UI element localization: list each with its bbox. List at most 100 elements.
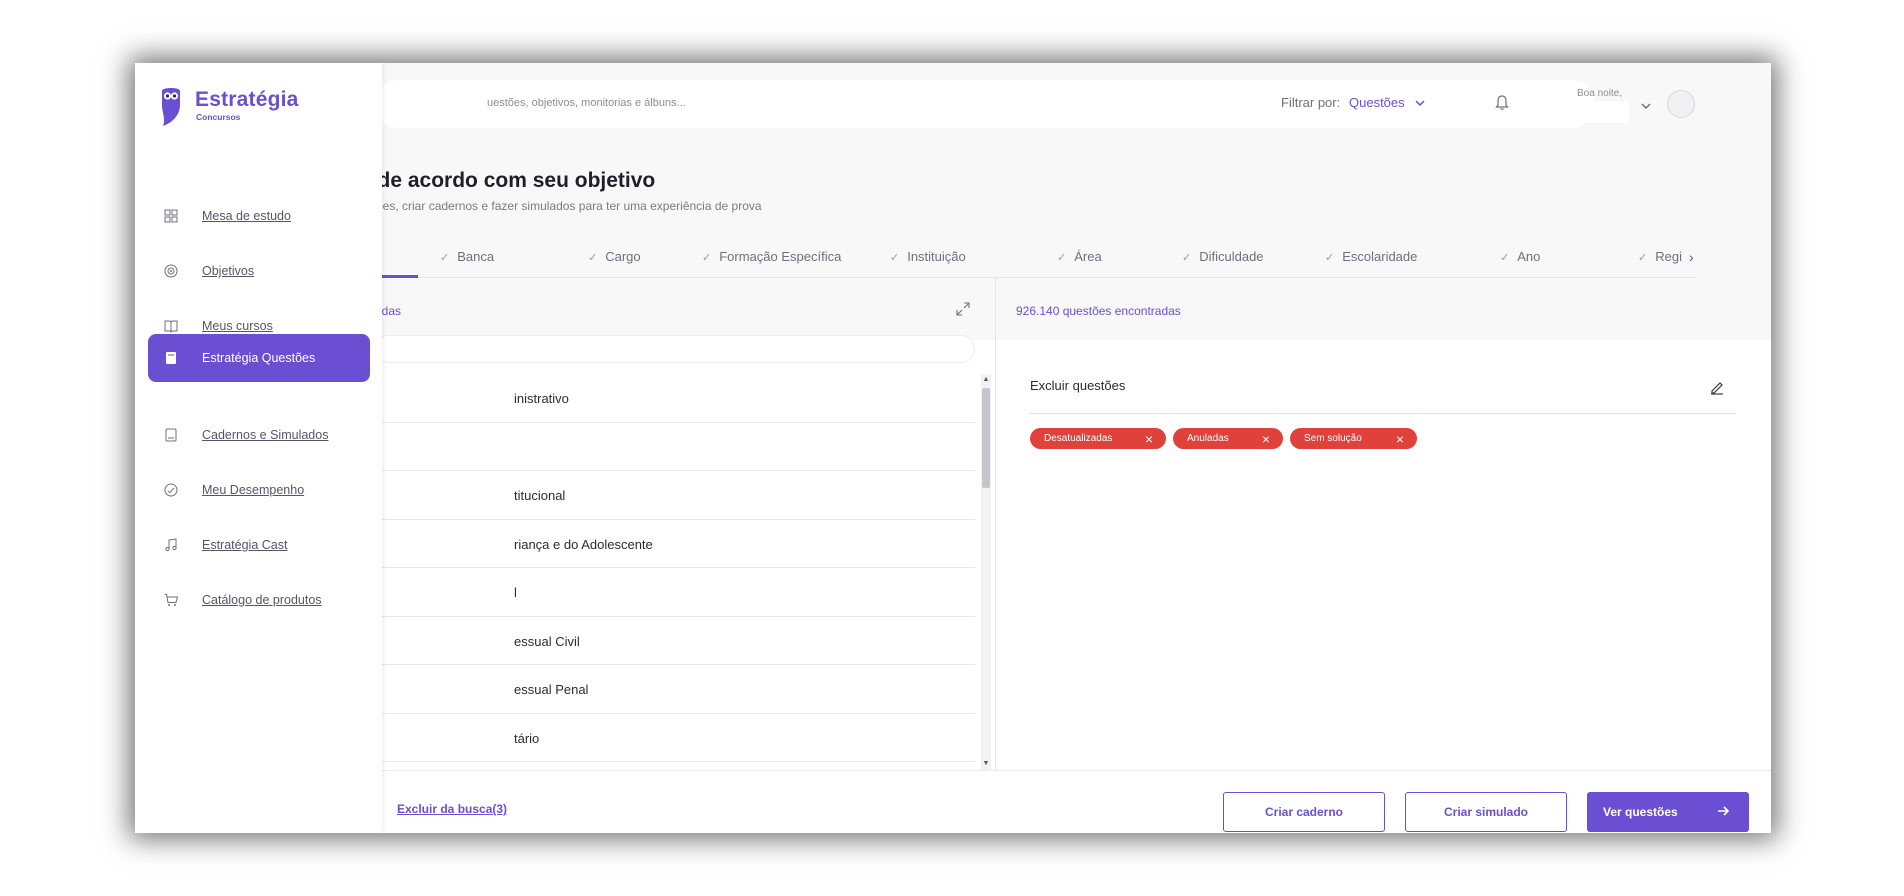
chip-label: Sem solução — [1304, 433, 1362, 444]
exclude-title: Excluir questões — [1030, 378, 1126, 393]
tab-banca[interactable]: ✓ Banca — [440, 249, 494, 264]
check-icon: ✓ — [1500, 252, 1510, 264]
list-item-label: l — [514, 585, 517, 600]
check-icon: ✓ — [1325, 252, 1335, 264]
tab-label: Cargo — [605, 249, 641, 264]
close-icon[interactable]: × — [1262, 428, 1270, 450]
exclude-from-search-link[interactable]: Excluir da busca(3) — [397, 802, 507, 816]
list-item-label: tário — [514, 730, 540, 746]
list-search-input[interactable] — [375, 335, 975, 363]
tab-label: Escolaridade — [1342, 249, 1418, 264]
tab-label: Ano — [1517, 249, 1541, 264]
chevron-down-icon[interactable] — [1639, 99, 1653, 113]
list-item[interactable]: riança e do Adolescente — [375, 520, 975, 568]
chip-anuladas[interactable]: Anuladas × — [1173, 428, 1283, 449]
scroll-down-arrow-icon[interactable]: ▼ — [981, 760, 991, 767]
cart-icon — [164, 594, 179, 606]
sidebar-item-meu-desempenho[interactable]: Meu Desempenho — [148, 466, 370, 514]
filter-dropdown[interactable]: Questões — [1349, 95, 1405, 110]
screenshot-stage: uestões, objetivos, monitorias e álbuns.… — [0, 0, 1904, 896]
sidebar-item-label: Cadernos e Simulados — [202, 428, 329, 442]
sidebar-item-catalogo-de-produtos[interactable]: Catálogo de produtos — [148, 576, 370, 624]
close-icon[interactable]: × — [1145, 428, 1153, 450]
list-item-label: riança e do Adolescente — [514, 536, 653, 552]
sidebar-item-estrategia-questoes[interactable]: Estratégia Questões — [148, 334, 370, 382]
list-item[interactable]: titucional — [375, 471, 975, 520]
list-item[interactable]: l — [375, 568, 975, 617]
chip-label: Desatualizadas — [1044, 433, 1113, 444]
close-icon[interactable]: × — [1396, 428, 1404, 450]
greeting-text: Boa noite, — [1577, 88, 1623, 99]
tab-instituicao[interactable]: ✓ Instituição — [890, 249, 966, 264]
list-item[interactable]: inistrativo — [375, 374, 975, 423]
global-search-bar[interactable]: uestões, objetivos, monitorias e álbuns.… — [375, 80, 1595, 128]
tab-ano[interactable]: ✓ Ano — [1500, 249, 1540, 264]
panel-divider — [995, 278, 996, 770]
tab-formacao-especifica[interactable]: ✓ Formação Específica — [702, 249, 841, 264]
tab-label: Área — [1074, 249, 1102, 264]
list-item[interactable]: essual Penal — [375, 665, 975, 714]
bell-icon[interactable] — [1493, 94, 1511, 112]
target-icon — [164, 264, 178, 278]
check-icon: ✓ — [702, 252, 712, 264]
avatar[interactable] — [1667, 90, 1695, 118]
notepad-icon — [165, 428, 177, 442]
scroll-up-arrow-icon[interactable]: ▲ — [981, 376, 991, 383]
create-notebook-button[interactable]: Criar caderno — [1223, 792, 1385, 832]
sidebar: Estratégia Concursos Mesa de estudo Obje… — [135, 63, 382, 833]
chip-desatualizadas[interactable]: Desatualizadas × — [1030, 428, 1166, 449]
owl-logo-icon — [162, 88, 180, 126]
search-input[interactable]: uestões, objetivos, monitorias e álbuns.… — [487, 97, 686, 109]
sidebar-item-objetivos[interactable]: Objetivos — [148, 247, 370, 295]
tabs-divider — [360, 277, 1697, 278]
see-questions-button[interactable]: Ver questões — [1587, 792, 1749, 832]
check-icon: ✓ — [1638, 252, 1648, 264]
tab-escolaridade[interactable]: ✓ Escolaridade — [1325, 249, 1417, 264]
sidebar-item-mesa-de-estudo[interactable]: Mesa de estudo — [148, 192, 370, 240]
tab-regiao[interactable]: ✓ Regi — [1638, 249, 1682, 264]
chip-label: Anuladas — [1187, 433, 1229, 444]
chevron-down-icon[interactable] — [1413, 96, 1427, 110]
list-item[interactable]: essual Civil — [375, 617, 975, 665]
pencil-icon[interactable] — [1709, 379, 1725, 395]
sidebar-item-label: Meus cursos — [202, 319, 273, 333]
tab-label: Banca — [457, 249, 495, 264]
sidebar-item-label: Estratégia Questões — [202, 351, 316, 365]
arrow-right-icon — [1718, 806, 1730, 816]
brand-sub: Concursos — [196, 112, 241, 122]
filter-label: Filtrar por: — [1281, 95, 1341, 110]
sidebar-item-label: Mesa de estudo — [202, 209, 291, 223]
create-simulation-button[interactable]: Criar simulado — [1405, 792, 1567, 832]
tab-dificuldade[interactable]: ✓ Dificuldade — [1182, 249, 1264, 264]
expand-icon[interactable] — [955, 301, 971, 317]
tabs-next-arrow-icon[interactable]: › — [1689, 249, 1694, 265]
app-window: uestões, objetivos, monitorias e álbuns.… — [135, 63, 1771, 833]
check-icon: ✓ — [440, 252, 450, 264]
filter-tabs: o ✓Banca ✓Cargo ✓Formação Específica ✓In… — [360, 249, 1697, 275]
brand-name[interactable]: Estratégia — [195, 88, 299, 112]
tab-label: Regi — [1655, 249, 1682, 264]
page-subtitle: estões, criar cadernos e fazer simulados… — [360, 199, 762, 213]
sidebar-item-estrategia-cast[interactable]: Estratégia Cast — [148, 521, 370, 569]
check-icon: ✓ — [1057, 252, 1067, 264]
subject-list: inistrativo titucional riança e do Adole… — [375, 374, 975, 770]
sidebar-item-label: Estratégia Cast — [202, 538, 288, 552]
check-icon: ✓ — [890, 252, 900, 264]
tab-label: Formação Específica — [719, 249, 842, 264]
chart-check-icon — [164, 483, 178, 497]
list-scrollbar-thumb[interactable] — [982, 388, 990, 488]
user-name-box — [1533, 101, 1629, 123]
list-item-label: titucional — [514, 488, 566, 503]
exclude-divider — [1030, 413, 1736, 414]
list-item-label: essual Penal — [514, 682, 589, 697]
sidebar-item-label: Objetivos — [202, 264, 255, 278]
list-item[interactable]: tário — [375, 714, 975, 762]
check-icon: ✓ — [1182, 252, 1192, 264]
chip-sem-solucao[interactable]: Sem solução × — [1290, 428, 1417, 449]
list-item[interactable] — [375, 423, 975, 471]
tab-cargo[interactable]: ✓ Cargo — [588, 249, 641, 264]
page-title: s de acordo com seu objetivo — [360, 169, 656, 192]
sidebar-item-cadernos-e-simulados[interactable]: Cadernos e Simulados — [148, 411, 370, 459]
tab-area[interactable]: ✓ Área — [1057, 249, 1102, 264]
results-count: 926.140 questões encontradas — [1016, 304, 1181, 318]
